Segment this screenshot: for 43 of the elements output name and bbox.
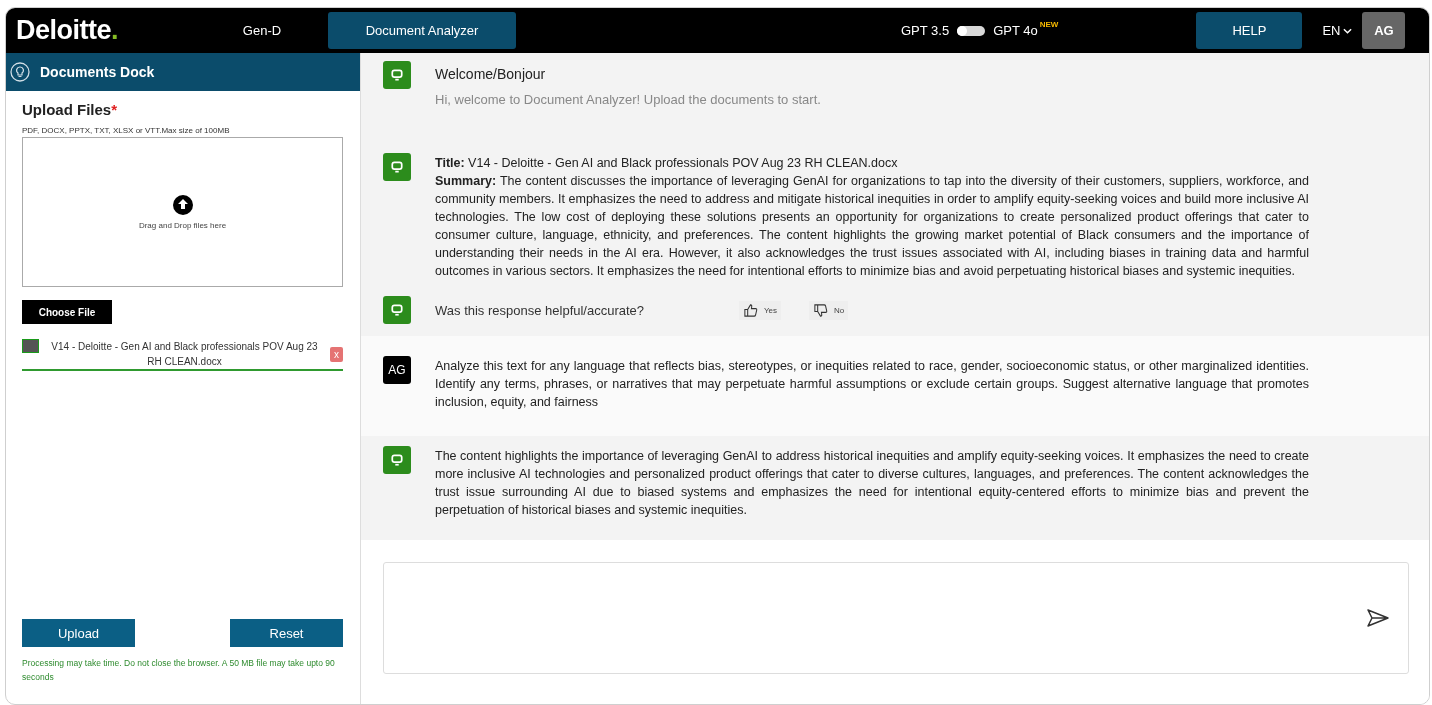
message-text: The content highlights the importance of leveraging GenAI to address historical inequities and amplify equity-seeking voices. It emphasizes the need to create more inclusive AI technologies and personalized product offerings that cater to diverse cultures, languages, and preferences. The content acknowledges the trust issue surrounding AI due to biased systems and emphasizes the need for intentional equity-centered efforts to minimize bias and prevent the perpetuation of historical biases and systemic inequities. xyxy=(435,448,1309,519)
file-name: V14 - Deloitte - Gen AI and Black professionals POV Aug 23 RH CLEAN.docx xyxy=(50,340,319,369)
bot-avatar-icon xyxy=(383,296,411,324)
processing-note: Processing may take time. Do not close the browser. A 50 MB file may take upto 90 seconds xyxy=(22,657,336,684)
user-avatar-icon: AG xyxy=(383,356,411,384)
bot-avatar-icon xyxy=(383,61,411,89)
lightbulb-icon xyxy=(10,62,30,82)
logo: Deloitte. xyxy=(16,15,120,46)
nav-tab[interactable]: Gen-D xyxy=(196,12,328,49)
model-toggle[interactable] xyxy=(957,25,986,36)
chevron-icon xyxy=(1343,27,1353,34)
model-label: GPT 3.5 xyxy=(901,23,950,38)
user-avatar[interactable]: AG xyxy=(1362,12,1406,49)
feedback-question: Was this response helpful/accurate? xyxy=(435,302,646,318)
file-hint: PDF, DOCX, PPTX, TXT, XLSX or VTT.Max size of 100MB xyxy=(22,126,231,135)
upload-label: Upload Files xyxy=(22,101,112,118)
help-button[interactable]: HELP xyxy=(1196,12,1303,49)
message-text: Hi, welcome to Document Analyzer! Upload the documents to start. xyxy=(435,92,821,107)
language-selector[interactable]: EN xyxy=(1322,23,1353,38)
choose-file-button[interactable]: Choose File xyxy=(22,300,112,324)
new-label: NEW xyxy=(1039,20,1059,29)
thumbs-up-icon xyxy=(743,302,758,318)
message-text: Summary: The content discusses the importance of leveraging GenAI for organizations to tap into the diversity of their customers, suppliers, workforce, and community members. It emphasizes the need to address and mitigate historical inequities in order to amplify equity-seeking voices and build more inclusive AI technologies. The low cost of deploying these solutions presents an opportunity for organizations to create personalized product offerings that cater to consumer culture, language, ethnicity, and preferences. The content highlights the growing market potential of Black consumers and the importance of understanding their needs in the AI era. However, it also acknowledges the trust issues associated with AI, including biases in training data and harmful outcomes in various sectors. It emphasizes the need for intentional efforts to minimize bias and avoid perpetuating historical biases and systemic inequities. xyxy=(435,173,1309,280)
drop-text: Drag and Drop files here xyxy=(138,220,227,230)
bot-avatar-icon xyxy=(383,446,411,474)
bot-avatar-icon xyxy=(383,153,411,181)
message-title: Welcome/Bonjour xyxy=(435,66,547,82)
model-label: GPT 4o xyxy=(993,23,1038,38)
thumbs-down-button[interactable]: No xyxy=(809,300,849,320)
panel-title: Documents Dock xyxy=(40,64,155,80)
file-icon xyxy=(22,339,39,353)
action-button[interactable]: Upload xyxy=(22,619,135,647)
nav-tab[interactable]: Document Analyzer xyxy=(328,12,516,49)
upload-icon xyxy=(172,194,193,215)
thumbs-up-button[interactable]: Yes xyxy=(739,300,782,320)
send-icon[interactable] xyxy=(1366,608,1390,628)
message-text: Title: V14 - Deloitte - Gen AI and Black professionals POV Aug 23 RH CLEAN.docx xyxy=(435,155,899,172)
thumbs-down-icon xyxy=(813,302,829,318)
message-text: Analyze this text for any language that reflects bias, stereotypes, or inequities related to race, gender, socioeconomic status, or other marginalized identities. Identify any terms, phrases, or narratives that may perpetuate harmful assumptions or exclude certain groups. Suggest alternative language that promotes inclusion, equity, and fairness xyxy=(435,358,1309,411)
action-button[interactable]: Reset xyxy=(230,619,343,647)
drop-zone[interactable]: Drag and Drop files here xyxy=(22,137,343,287)
required-mark: * xyxy=(111,101,118,118)
message-input[interactable] xyxy=(383,562,1409,674)
